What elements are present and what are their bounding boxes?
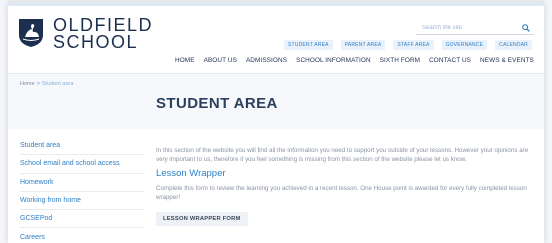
quick-links: STUDENT AREA PARENT AREA STAFF AREA GOVE…: [283, 40, 532, 50]
nav-admissions[interactable]: ADMISSIONS: [246, 57, 287, 64]
top-band: [8, 2, 544, 6]
nav-contact-us[interactable]: CONTACT US: [429, 57, 471, 64]
main-nav: HOME ABOUT US ADMISSIONS SCHOOL INFORMAT…: [175, 57, 534, 64]
intro-text: In this section of the website you will …: [156, 147, 529, 163]
section-title: Lesson Wrapper: [156, 168, 226, 179]
page: OLDFIELD SCHOOL STUDENT AREA PARENT AREA…: [8, 2, 544, 243]
nav-home[interactable]: HOME: [175, 57, 195, 64]
breadcrumb: Home > Student area: [20, 81, 73, 87]
sidebar-item-gcsepod[interactable]: GCSEPod: [20, 210, 144, 229]
school-logo[interactable]: [18, 18, 44, 48]
lesson-wrapper-form-button[interactable]: LESSON WRAPPER FORM: [156, 212, 248, 226]
quick-link-staff-area[interactable]: STAFF AREA: [393, 40, 434, 50]
quick-link-student-area[interactable]: STUDENT AREA: [283, 40, 333, 50]
sidebar-item-careers[interactable]: Careers: [20, 228, 144, 243]
breadcrumb-current: Student area: [41, 81, 74, 87]
search-input[interactable]: [420, 24, 514, 32]
nav-sixth-form[interactable]: SIXTH FORM: [380, 57, 420, 64]
quick-link-parent-area[interactable]: PARENT AREA: [340, 40, 386, 50]
nav-about-us[interactable]: ABOUT US: [204, 57, 237, 64]
quick-link-calendar[interactable]: CALENDAR: [495, 40, 532, 50]
sidebar: Student area School email and school acc…: [20, 137, 144, 243]
section-text: Complete this form to review the learnin…: [156, 185, 527, 201]
nav-news-events[interactable]: NEWS & EVENTS: [480, 57, 534, 64]
quick-link-governance[interactable]: GOVERNANCE: [441, 40, 488, 50]
nav-school-information[interactable]: SCHOOL INFORMATION: [296, 57, 371, 64]
sidebar-item-school-email[interactable]: School email and school access: [20, 155, 144, 174]
sidebar-item-working-from-home[interactable]: Working from home: [20, 192, 144, 211]
search-icon[interactable]: [522, 24, 530, 32]
page-title: STUDENT AREA: [156, 95, 278, 112]
sidebar-item-homework[interactable]: Homework: [20, 174, 144, 192]
breadcrumb-separator: >: [36, 81, 40, 87]
breadcrumb-home[interactable]: Home: [20, 81, 35, 87]
sidebar-item-student-area[interactable]: Student area: [20, 137, 144, 156]
search-box[interactable]: [416, 22, 534, 35]
school-name: OLDFIELD SCHOOL: [53, 15, 154, 52]
